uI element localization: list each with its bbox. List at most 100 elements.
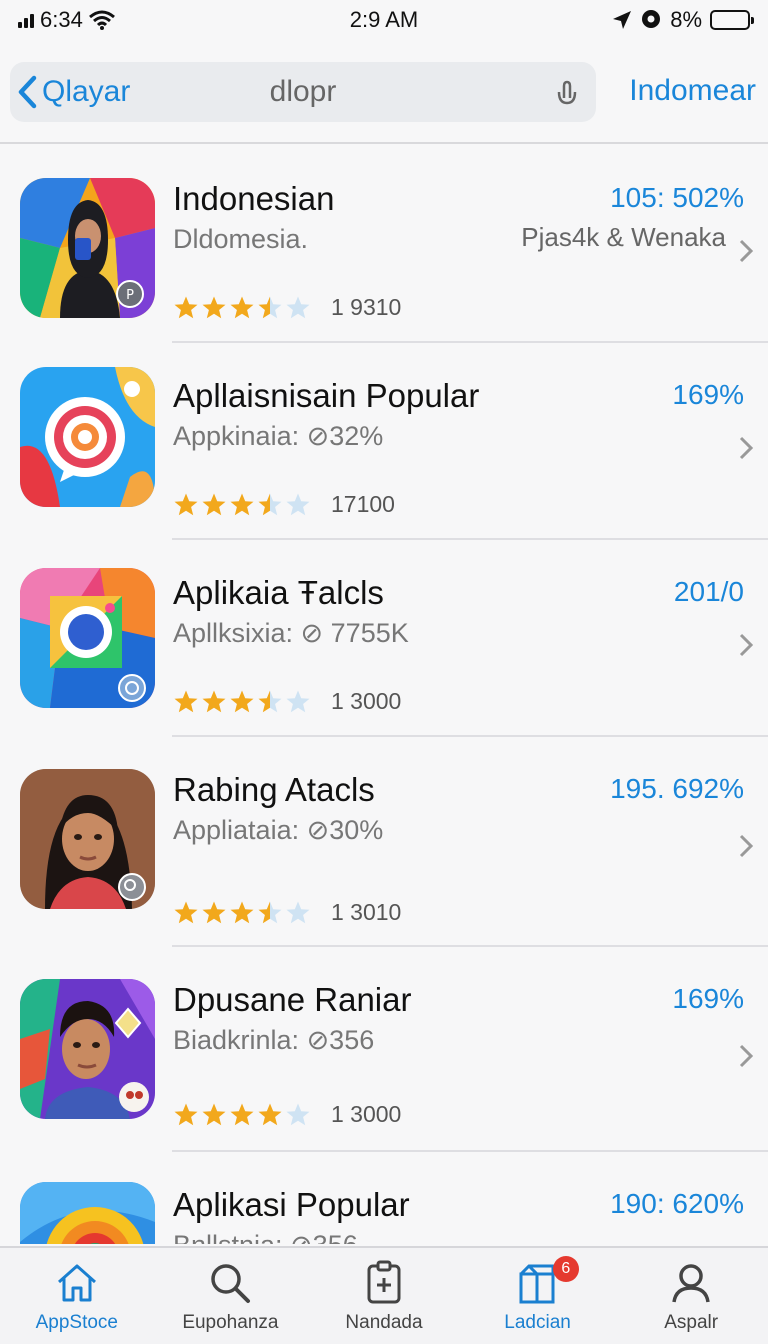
battery-percent: 8% <box>670 7 702 32</box>
tab-appstore[interactable]: AppStoce <box>0 1248 154 1344</box>
clipboard-plus-icon <box>367 1260 401 1304</box>
status-bar: 6:34 2:9 AM 8% <box>0 0 768 40</box>
rating-stars: 1 9310 <box>173 294 401 321</box>
status-right: 8% <box>490 7 754 33</box>
star-icon <box>202 1103 226 1125</box>
star-icon <box>286 493 310 515</box>
tab-label: Nandada <box>345 1312 423 1333</box>
star-icon <box>258 1103 282 1125</box>
star-icon <box>202 901 226 923</box>
star-icon <box>174 1103 198 1125</box>
rating-stars: 1 3000 <box>173 1101 401 1128</box>
tab-label: Aspalr <box>664 1312 719 1333</box>
star-icon <box>174 690 198 712</box>
home-icon <box>57 1264 96 1302</box>
app-subtitle: Appliataia: ⊘30% <box>173 815 384 845</box>
star-icon <box>230 493 254 515</box>
star-icon <box>258 901 282 923</box>
list-item[interactable]: Aplikasi Popular Bnllstnia: ⊘356 190: 62… <box>0 1152 768 1244</box>
wifi-icon <box>88 10 115 30</box>
chevron-right-icon <box>739 436 754 460</box>
star-icon <box>258 493 282 515</box>
app-title: Aplikaia Ŧalcls <box>173 574 384 611</box>
rating-stars: 1 3000 <box>173 688 401 715</box>
app-developer: Pjas4k & Wenaka <box>521 222 726 252</box>
star-icon <box>174 296 198 318</box>
app-list: P Indonesian Dldomesia. 105: 502% Pjas4k… <box>0 146 768 1244</box>
tab-search[interactable]: Eupohanza <box>154 1248 308 1344</box>
app-subtitle: Apllksixia: ⊘ 7755K <box>173 618 409 648</box>
back-button[interactable]: Qlayar <box>10 72 130 112</box>
review-count: 1 9310 <box>331 294 402 320</box>
chevron-left-icon <box>18 75 37 109</box>
star-icon <box>286 901 310 923</box>
chat-target-icon <box>20 367 155 507</box>
review-count: 17100 <box>331 491 395 517</box>
chevron-right-icon <box>739 1044 754 1068</box>
review-count: 1 3010 <box>331 899 402 925</box>
app-title: Aplikasi Popular <box>173 1186 410 1223</box>
star-icon <box>230 690 254 712</box>
star-icon <box>230 901 254 923</box>
app-subtitle: Bnllstnia: ⊘356 <box>173 1230 358 1244</box>
star-icon <box>202 296 226 318</box>
star-icon <box>286 296 310 318</box>
notification-badge: 6 <box>552 1256 579 1282</box>
battery-icon <box>710 10 754 30</box>
region-link[interactable]: Indomear <box>629 74 756 108</box>
search-icon <box>211 1264 251 1303</box>
status-left: 6:34 <box>18 7 278 33</box>
chevron-right-icon <box>739 239 754 263</box>
list-item[interactable]: P Indonesian Dldomesia. 105: 502% Pjas4k… <box>0 146 768 343</box>
list-item[interactable]: Dpusane Raniar Biadkrinla: ⊘356 169% 1 3… <box>0 947 768 1152</box>
woman-phone-icon: P <box>20 178 155 318</box>
voice-search-icon[interactable] <box>552 76 584 108</box>
swirl-logo-icon <box>20 1182 155 1244</box>
app-title: Rabing Atacls <box>173 771 375 808</box>
star-icon <box>258 690 282 712</box>
app-percent: 190: 620% <box>610 1188 744 1219</box>
header-divider <box>0 142 768 144</box>
app-percent: 169% <box>672 983 744 1014</box>
review-count: 1 3000 <box>331 688 402 714</box>
list-item[interactable]: Rabing Atacls Appliataia: ⊘30% 195. 692%… <box>0 737 768 947</box>
star-icon <box>230 296 254 318</box>
camera-square-icon <box>20 568 155 708</box>
list-item[interactable]: Aplikaia Ŧalcls Apllksixia: ⊘ 7755K 201/… <box>0 540 768 737</box>
app-subtitle: Appkinaia: ⊘32% <box>173 421 384 451</box>
app-subtitle: Dldomesia. <box>173 224 309 254</box>
tab-label: Eupohanza <box>182 1312 279 1333</box>
status-clock: 2:9 AM <box>349 7 419 32</box>
app-title: Dpusane Raniar <box>173 981 412 1018</box>
cellular-signal-icon <box>18 12 34 28</box>
star-icon <box>286 1103 310 1125</box>
app-percent: 169% <box>672 379 744 410</box>
chevron-right-icon <box>739 834 754 858</box>
review-count: 1 3000 <box>331 1101 402 1127</box>
star-icon <box>202 493 226 515</box>
tab-ladcian[interactable]: Ladcian 6 <box>461 1248 615 1344</box>
app-percent: 195. 692% <box>610 773 744 804</box>
chevron-right-icon <box>739 633 754 657</box>
tab-aspalr[interactable]: Aspalr <box>614 1248 768 1344</box>
app-percent: 201/0 <box>673 576 744 607</box>
rating-stars: 17100 <box>173 491 395 518</box>
back-label: Qlayar <box>42 75 131 108</box>
tab-bar: AppStoce Eupohanza Nandada Ladcian 6 Asp… <box>0 1246 768 1344</box>
search-field[interactable]: Qlayar dlopr <box>10 62 596 122</box>
focus-icon <box>642 10 661 28</box>
star-icon <box>286 690 310 712</box>
app-percent: 105: 502% <box>610 182 744 213</box>
woman-portrait-icon <box>20 769 155 909</box>
app-title: Apllaisnisain Popular <box>173 377 480 414</box>
star-icon <box>230 1103 254 1125</box>
star-icon <box>174 493 198 515</box>
search-header: Qlayar dlopr Indomear <box>0 56 768 130</box>
tab-nandada[interactable]: Nandada <box>307 1248 461 1344</box>
star-icon <box>174 901 198 923</box>
status-time: 6:34 <box>40 7 83 32</box>
star-icon <box>202 690 226 712</box>
list-item[interactable]: Apllaisnisain Popular Appkinaia: ⊘32% 16… <box>0 343 768 540</box>
tab-label: Ladcian <box>504 1312 571 1333</box>
svg-text:P: P <box>126 288 134 303</box>
